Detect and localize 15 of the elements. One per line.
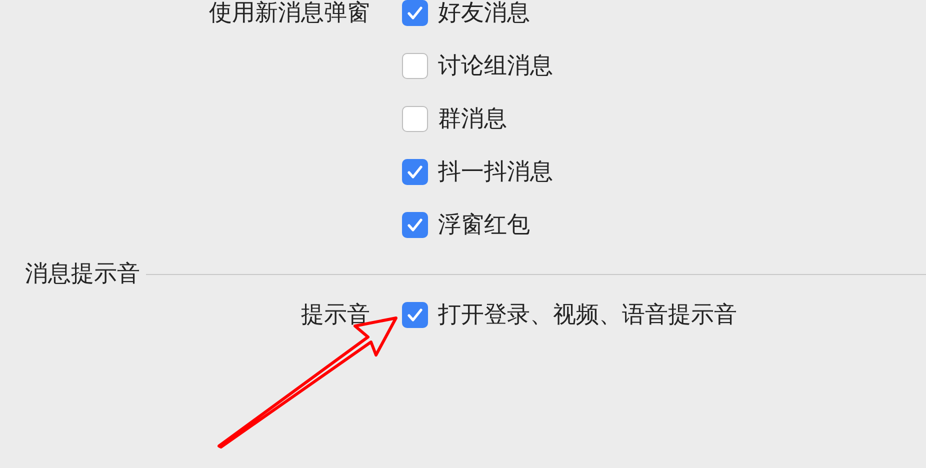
option-label: 讨论组消息 bbox=[438, 52, 553, 81]
section-title: 消息提示音 bbox=[25, 260, 140, 288]
checkbox[interactable] bbox=[402, 52, 428, 78]
option-label: 群消息 bbox=[438, 105, 507, 134]
option-label: 浮窗红包 bbox=[438, 211, 530, 240]
option-label: 抖一抖消息 bbox=[438, 158, 553, 187]
checkbox[interactable] bbox=[402, 0, 428, 26]
checkbox[interactable] bbox=[402, 212, 428, 238]
checkbox[interactable] bbox=[402, 302, 428, 328]
setting-label: 提示音 bbox=[301, 301, 370, 330]
checkbox[interactable] bbox=[402, 106, 428, 132]
setting-label: 使用新消息弹窗 bbox=[209, 0, 370, 28]
checkbox[interactable] bbox=[402, 158, 428, 184]
option-label: 好友消息 bbox=[438, 0, 530, 28]
option-label: 打开登录、视频、语音提示音 bbox=[438, 301, 737, 330]
